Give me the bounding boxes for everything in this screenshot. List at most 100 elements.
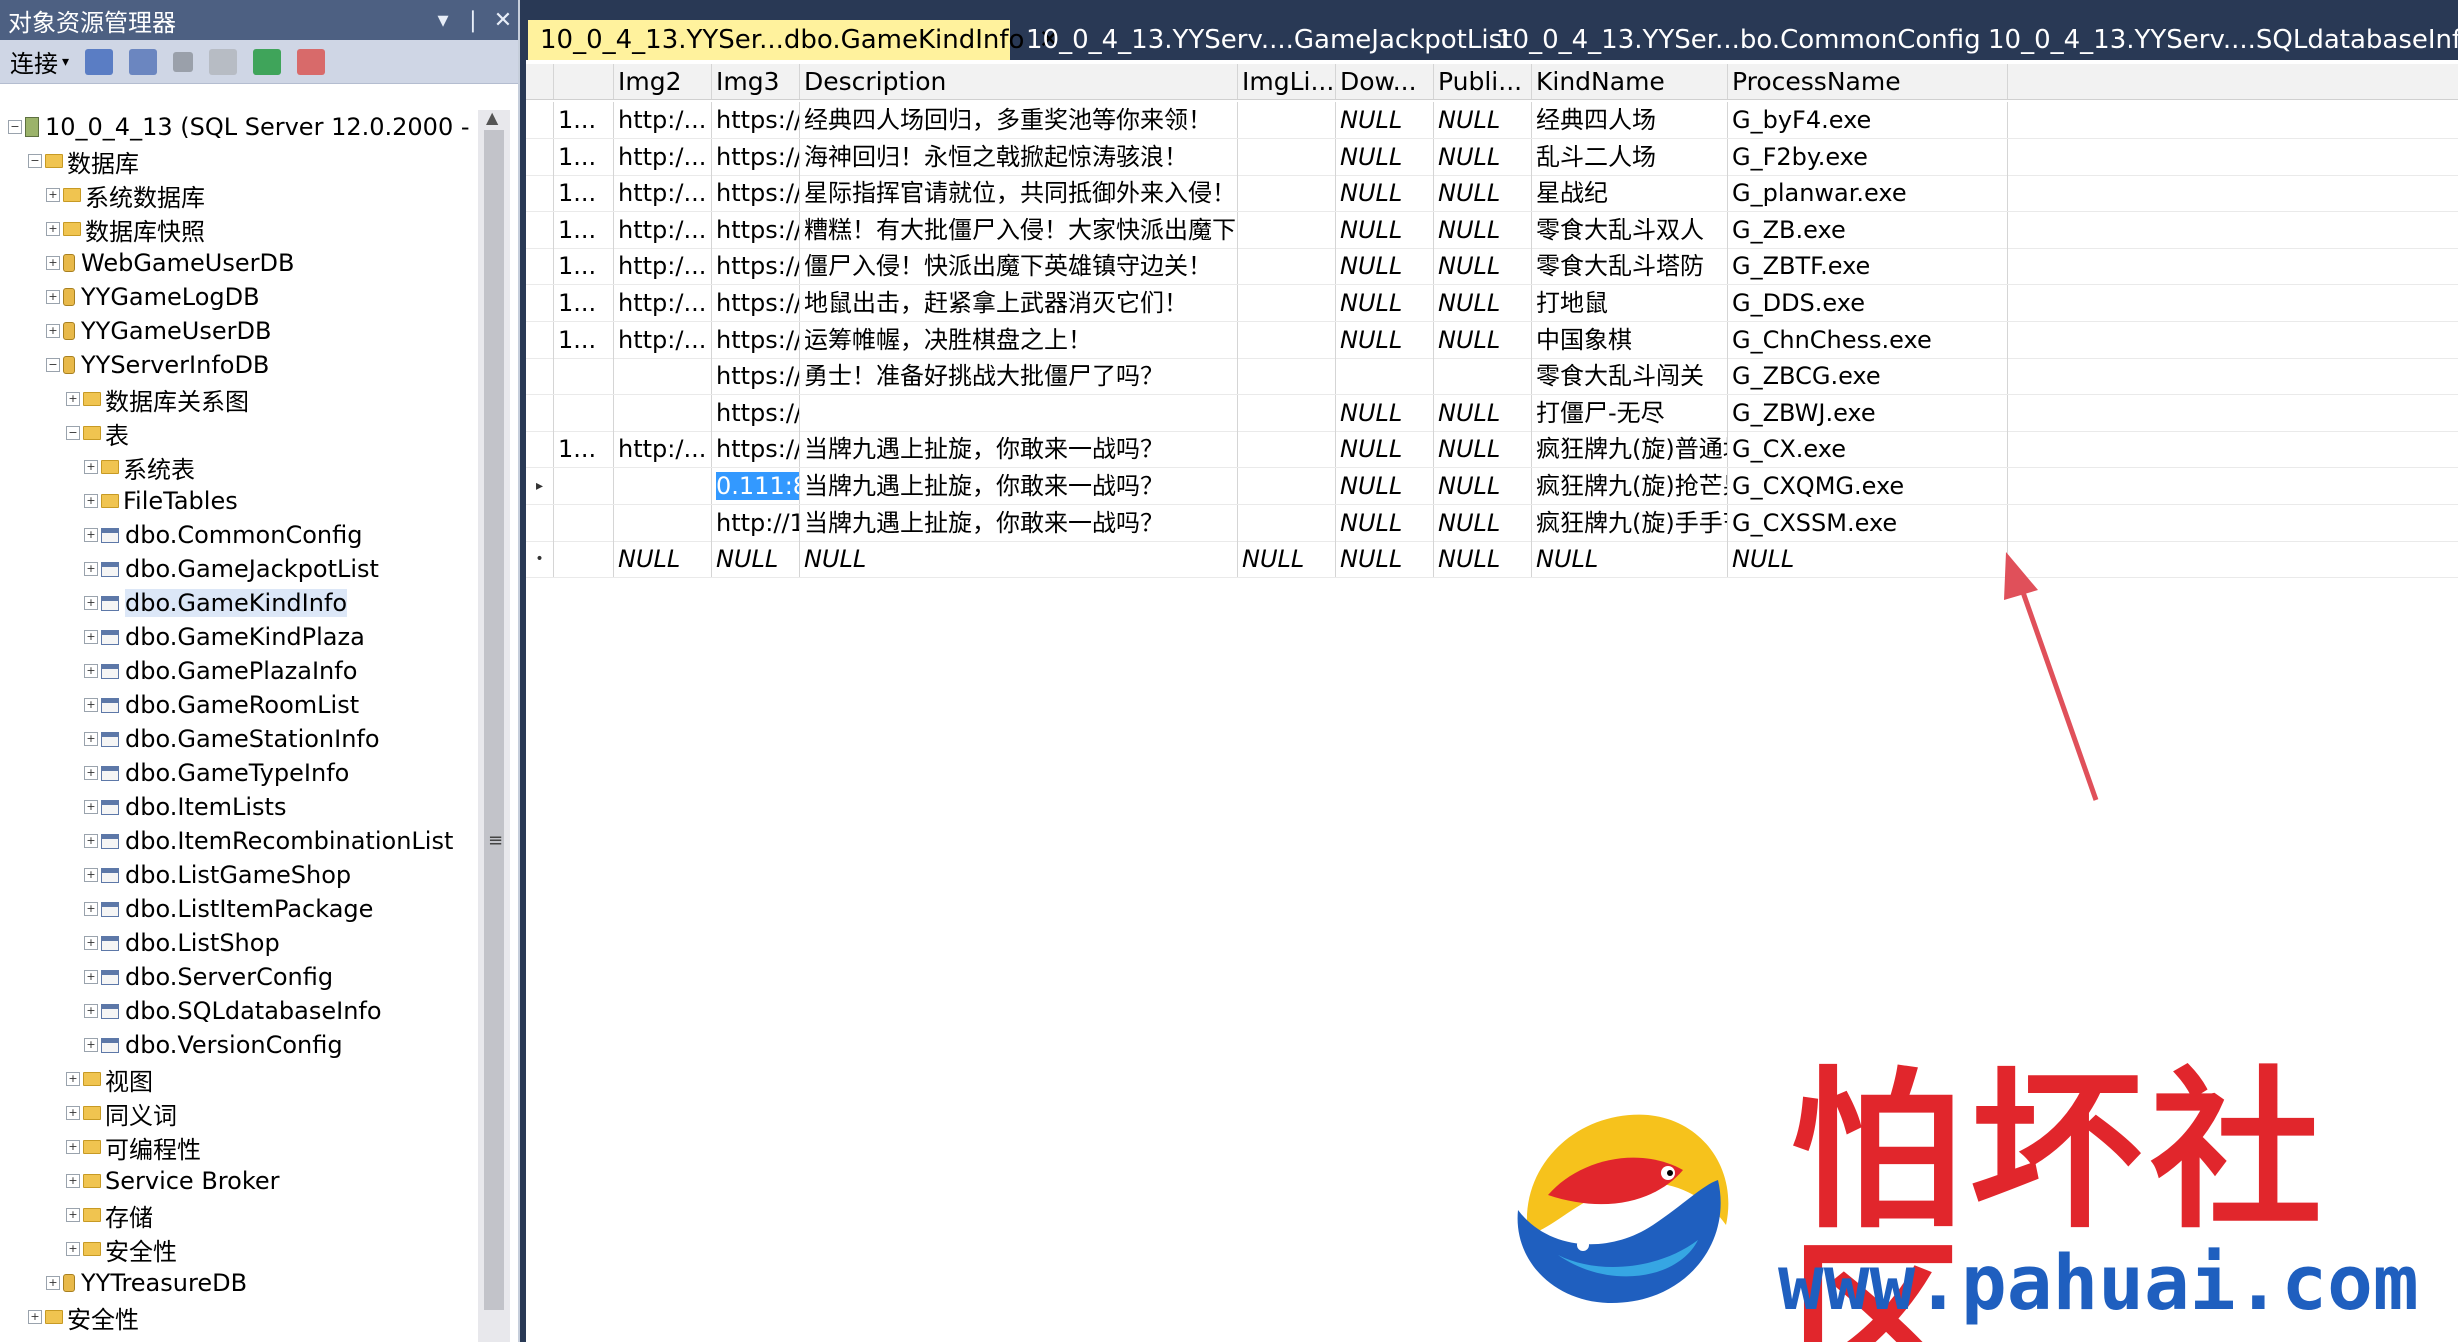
table-cell[interactable]: 1... xyxy=(554,285,614,321)
table-cell[interactable]: NULL xyxy=(1336,175,1434,212)
table-cell[interactable] xyxy=(1238,248,1336,285)
table-cell[interactable]: G_ZB.exe xyxy=(1728,211,2008,248)
table-cell[interactable] xyxy=(554,504,614,541)
table-cell[interactable]: G_CXSSM.exe xyxy=(1728,504,2008,541)
tree-node[interactable]: + dbo.ItemLists xyxy=(84,790,286,824)
table-row[interactable]: • NULL NULL NULL NULL NULL NULL NULL NULL xyxy=(526,541,2458,579)
tree-node[interactable]: − 数据库 xyxy=(28,144,139,178)
table-cell[interactable]: 1... xyxy=(554,138,614,175)
table-row[interactable]: 1... http:/... https://s...星际指挥官请就位，共同抵御外来… xyxy=(526,175,2458,213)
scrollbar-thumb[interactable] xyxy=(484,130,504,1310)
table-cell[interactable]: NULL xyxy=(800,541,1238,578)
document-tab[interactable]: 10_0_4_13.YYSer...dbo.GameKindInfo ✕ xyxy=(528,20,1060,60)
document-tab[interactable]: 10_0_4_13.YYServ....SQLdatabaseInfo xyxy=(1976,20,2458,60)
table-cell[interactable]: NULL xyxy=(614,541,712,578)
table-cell[interactable] xyxy=(554,541,614,578)
expand-icon[interactable]: + xyxy=(46,290,60,304)
table-cell[interactable]: https://s... xyxy=(712,211,800,248)
table-row[interactable]: ▸ 0.111:8183当牌九遇上扯旋，你敢来一战吗？ NULL NULL 疯狂牌九(旋… xyxy=(526,468,2458,505)
tree-node[interactable]: + 系统数据库 xyxy=(46,178,205,212)
tree-node[interactable]: + 安全性 xyxy=(28,1300,139,1334)
table-cell[interactable] xyxy=(554,358,614,395)
table-cell[interactable]: 打地鼠 xyxy=(1532,285,1728,321)
table-row[interactable]: https://s... NULL NULL 打僵尸-无尽 G_ZBWJ.exe xyxy=(526,394,2458,432)
table-cell[interactable]: NULL xyxy=(1728,541,2008,578)
tree-node[interactable]: + 同义词 xyxy=(66,1096,177,1130)
table-cell[interactable]: NULL xyxy=(1336,468,1434,504)
table-cell[interactable]: NULL xyxy=(1434,504,1532,541)
filter-icon[interactable] xyxy=(209,48,238,75)
expand-icon[interactable]: + xyxy=(84,868,98,882)
table-cell[interactable] xyxy=(1238,138,1336,175)
table-row[interactable]: 1... http:/... https://s...僵尸入侵！快派出魔下英雄镇守边… xyxy=(526,248,2458,286)
tree-node[interactable]: + 数据库快照 xyxy=(46,212,205,246)
table-cell[interactable]: NULL xyxy=(712,541,800,578)
tree-node[interactable]: + dbo.ListItemPackage xyxy=(84,892,373,926)
table-cell[interactable]: https://s... xyxy=(712,431,800,468)
tree-node[interactable]: + FileTables xyxy=(84,484,238,518)
expand-icon[interactable]: + xyxy=(28,1310,42,1324)
table-cell[interactable]: NULL xyxy=(1336,102,1434,138)
table-cell[interactable] xyxy=(1238,358,1336,395)
table-cell[interactable]: NULL xyxy=(1434,102,1532,138)
table-cell[interactable]: 僵尸入侵！快派出魔下英雄镇守边关！ xyxy=(800,248,1238,285)
table-row[interactable]: 1... http:/... https://s...经典四人场回归，多重奖池等你来… xyxy=(526,102,2458,139)
column-header[interactable] xyxy=(526,64,554,99)
table-cell[interactable]: 当牌九遇上扯旋，你敢来一战吗？ xyxy=(800,504,1238,541)
expand-icon[interactable]: + xyxy=(84,936,98,950)
tree-node[interactable]: + Service Broker xyxy=(66,1164,280,1198)
table-row[interactable]: 1... http:/... https://s...当牌九遇上扯旋，你敢来一战吗？… xyxy=(526,431,2458,469)
expand-icon[interactable]: + xyxy=(66,392,80,406)
expand-icon[interactable]: + xyxy=(84,460,98,474)
table-cell[interactable] xyxy=(1238,431,1336,468)
tree-node[interactable]: + dbo.GameRoomList xyxy=(84,688,359,722)
expand-icon[interactable]: + xyxy=(46,222,60,236)
table-cell[interactable]: 零食大乱斗双人 xyxy=(1532,211,1728,248)
table-cell[interactable]: G_ZBWJ.exe xyxy=(1728,394,2008,431)
table-cell[interactable]: 1... xyxy=(554,248,614,285)
expand-icon[interactable]: + xyxy=(84,528,98,542)
table-cell[interactable]: G_byF4.exe xyxy=(1728,102,2008,138)
table-cell[interactable] xyxy=(614,358,712,395)
summary-icon[interactable] xyxy=(297,48,326,75)
document-tab[interactable]: 10_0_4_13.YYSer...bo.CommonConfig xyxy=(1484,20,1981,60)
tree-node[interactable]: + dbo.GameKindInfo xyxy=(84,586,348,620)
expand-icon[interactable]: + xyxy=(84,834,98,848)
tree-node[interactable]: − 10_0_4_13 (SQL Server 12.0.2000 - 10 xyxy=(8,110,478,144)
expand-icon[interactable]: + xyxy=(66,1072,80,1086)
table-cell[interactable]: NULL xyxy=(1434,321,1532,358)
table-cell[interactable]: http:/... xyxy=(614,211,712,248)
table-cell[interactable]: NULL xyxy=(1434,541,1532,578)
table-cell[interactable] xyxy=(614,468,712,504)
table-cell[interactable] xyxy=(1238,321,1336,358)
table-cell[interactable]: NULL xyxy=(1434,211,1532,248)
table-cell[interactable]: NULL xyxy=(1336,431,1434,468)
table-cell[interactable]: 零食大乱斗塔防 xyxy=(1532,248,1728,285)
tree-node[interactable]: + dbo.GameJackpotList xyxy=(84,552,379,586)
table-cell[interactable]: http:/... xyxy=(614,175,712,212)
tree-node[interactable]: + dbo.CommonConfig xyxy=(84,518,362,552)
table-cell[interactable] xyxy=(1238,175,1336,212)
expand-icon[interactable]: + xyxy=(46,256,60,270)
tree-node[interactable]: + dbo.ItemRecombinationList xyxy=(84,824,453,858)
tree-node[interactable]: + dbo.GamePlazaInfo xyxy=(84,654,357,688)
row-selector[interactable] xyxy=(526,211,554,248)
table-cell[interactable]: NULL xyxy=(1434,468,1532,504)
table-cell[interactable] xyxy=(614,504,712,541)
table-cell[interactable]: https://s... xyxy=(712,102,800,138)
table-cell[interactable]: https://s... xyxy=(712,138,800,175)
table-cell[interactable]: 当牌九遇上扯旋，你敢来一战吗？ xyxy=(800,468,1238,504)
table-cell[interactable] xyxy=(614,394,712,431)
table-cell[interactable]: NULL xyxy=(1434,285,1532,321)
table-cell[interactable]: NULL xyxy=(1336,504,1434,541)
row-selector[interactable] xyxy=(526,138,554,175)
table-cell[interactable]: G_CX.exe xyxy=(1728,431,2008,468)
table-cell[interactable]: 星际指挥官请就位，共同抵御外来入侵！ xyxy=(800,175,1238,212)
row-selector[interactable] xyxy=(526,504,554,541)
table-cell[interactable]: 经典四人场回归，多重奖池等你来领！ xyxy=(800,102,1238,138)
expand-icon[interactable]: + xyxy=(84,596,98,610)
table-cell[interactable]: NULL xyxy=(1336,394,1434,431)
table-cell[interactable]: NULL xyxy=(1336,138,1434,175)
table-cell[interactable]: 乱斗二人场 xyxy=(1532,138,1728,175)
table-row[interactable]: 1... http:/... https://s...运筹帷幄，决胜棋盘之上！ NUL… xyxy=(526,321,2458,359)
